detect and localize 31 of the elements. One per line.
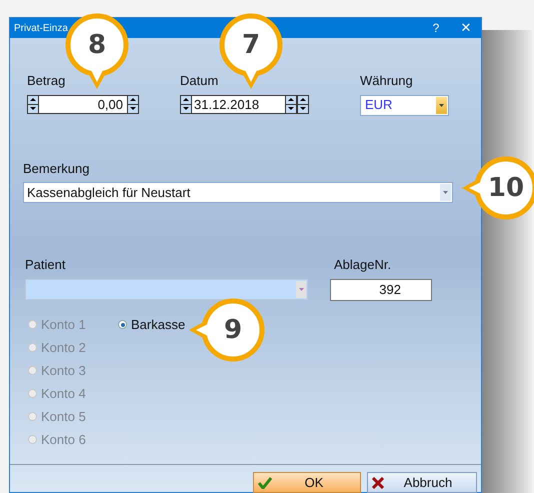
ok-button[interactable]: OK xyxy=(253,472,361,493)
remark-value: Kassenabgleich für Neustart xyxy=(26,184,192,202)
cross-icon xyxy=(372,476,384,488)
currency-dropdown[interactable]: EUR xyxy=(360,94,449,116)
spin-buttons[interactable] xyxy=(180,94,192,114)
field-label: Bemerkung xyxy=(23,160,90,178)
callout-number: 8 xyxy=(88,32,106,58)
callout-number: 10 xyxy=(488,175,524,201)
spin-buttons[interactable] xyxy=(285,94,297,114)
spin-buttons[interactable] xyxy=(297,94,309,114)
radio-option[interactable]: Barkasse xyxy=(118,316,186,334)
close-button[interactable]: ✕ xyxy=(451,18,481,38)
callout-number: 7 xyxy=(242,32,260,58)
remark-dropdown[interactable]: Kassenabgleich für Neustart xyxy=(23,182,453,203)
window-title: Privat-Einza xyxy=(14,22,68,36)
field-label: Patient xyxy=(25,256,66,274)
cancel-button[interactable]: Abbruch xyxy=(367,472,477,493)
currency-value: EUR xyxy=(364,96,394,114)
field-label: Datum xyxy=(180,72,220,90)
field-label: AblageNr. xyxy=(333,256,392,274)
spin-buttons[interactable] xyxy=(27,94,39,114)
callout-number: 9 xyxy=(224,317,242,343)
date-field[interactable]: 31.12.2018 xyxy=(192,94,285,114)
filing-number-field[interactable]: 392 xyxy=(330,278,432,300)
radio-button[interactable] xyxy=(118,320,127,329)
field-label: Betrag xyxy=(27,72,66,90)
help-button[interactable]: ? xyxy=(421,19,451,37)
spin-buttons[interactable] xyxy=(127,94,139,114)
amount-field[interactable]: 0,00 xyxy=(39,94,127,114)
field-label: Währung xyxy=(360,72,414,90)
checkmark-icon xyxy=(258,476,272,488)
